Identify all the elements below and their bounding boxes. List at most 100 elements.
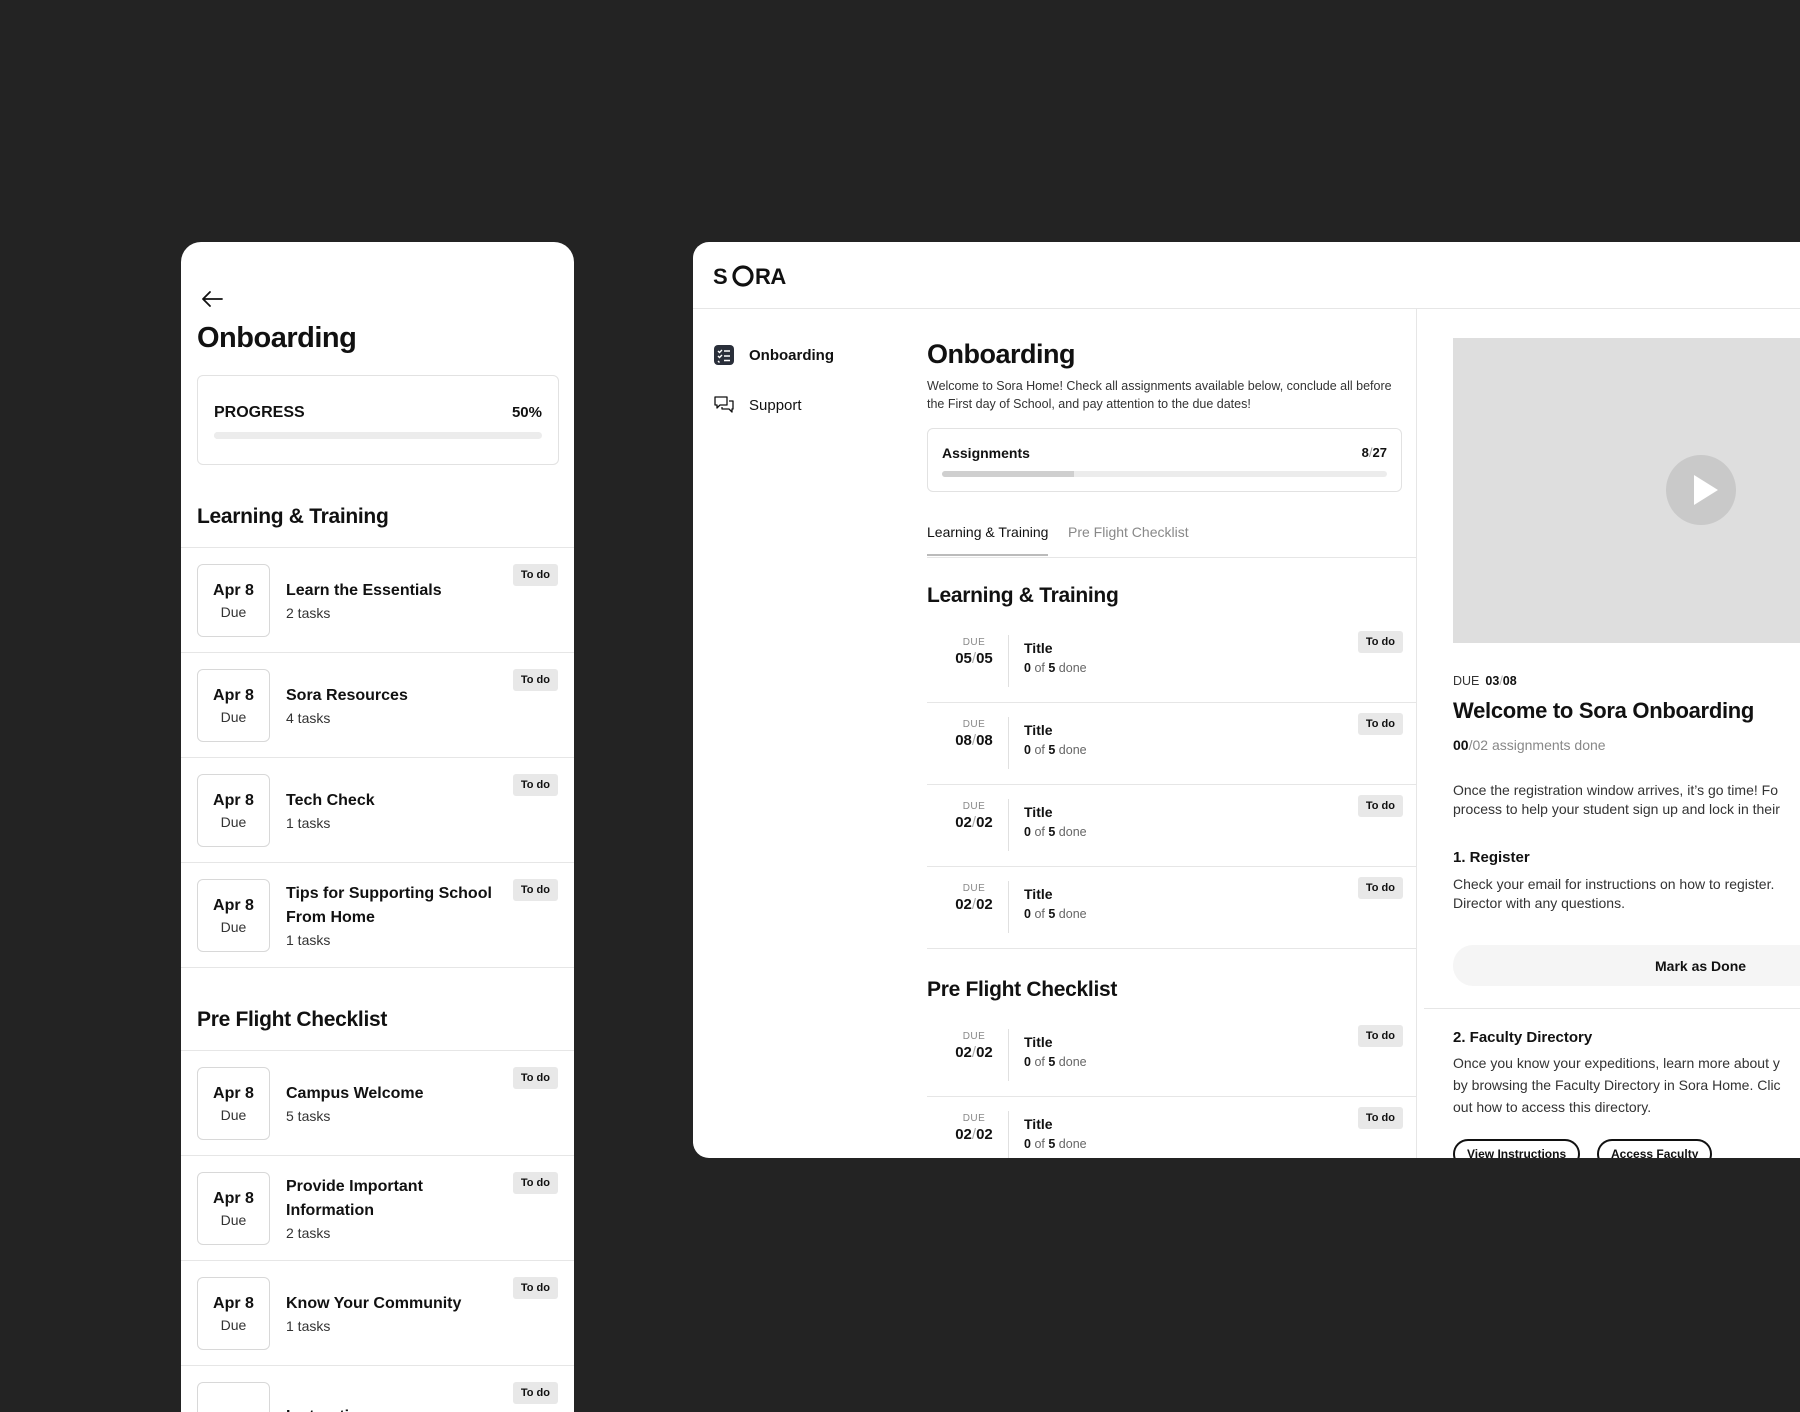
due-value: 02/02 (951, 1126, 997, 1143)
due-month: 08 (955, 732, 972, 749)
progress-card: PROGRESS 50% (197, 375, 559, 465)
of-word: of (1034, 743, 1045, 757)
play-icon[interactable] (1666, 455, 1736, 525)
mark-as-done-button[interactable]: Mark as Done (1453, 945, 1800, 986)
total-count: 5 (1048, 1055, 1056, 1069)
count-done: 00 (1453, 737, 1469, 753)
item-info: Sora Resources 4 tasks (286, 653, 504, 757)
view-instructions-button[interactable]: View Instructions (1453, 1139, 1581, 1158)
section-title-preflight: Pre Flight Checklist (197, 1008, 388, 1031)
due-month: 05 (955, 650, 972, 667)
item-title: Sora Resources (286, 687, 408, 704)
learning-list: Apr 8 Due Learn the Essentials 2 tasks To do… (181, 548, 574, 968)
list-item[interactable]: Apr 8 Due Tips for Supporting School From … (181, 863, 574, 968)
status-badge: To do (512, 1382, 558, 1404)
due-day: 02 (976, 1044, 993, 1061)
assignment-title: Title (1024, 722, 1053, 738)
due-value: 08/08 (951, 732, 997, 749)
status-badge: To do (1357, 795, 1403, 817)
assignment-progress: 0 of 5 done (1024, 1137, 1087, 1151)
list-item[interactable]: Apr 8 Due Tech Check 1 tasks To do (181, 758, 574, 863)
video-player[interactable] (1453, 338, 1800, 643)
progress-bar-fill (214, 432, 378, 439)
assignment-title: Title (1024, 640, 1053, 656)
assignment-row[interactable]: DUE 02/02 Title 0 of 5 done To do (927, 1097, 1416, 1158)
list-item[interactable]: Apr 8 Due Sora Resources 4 tasks To do (181, 653, 574, 758)
tab-learning-training[interactable]: Learning & Training (927, 524, 1049, 556)
status-badge: To do (512, 1172, 558, 1194)
due-date: Apr 8 (213, 1085, 254, 1102)
sidebar-item-support[interactable]: Support (713, 394, 802, 416)
status-badge: To do (512, 1277, 558, 1299)
item-info: Tips for Supporting School From Home 1 ta… (286, 863, 504, 967)
due-month: 03 (1485, 674, 1500, 688)
done-word: done (1058, 825, 1087, 839)
due-label: DUE (962, 883, 986, 894)
assignment-progress: 0 of 5 done (1024, 1055, 1087, 1069)
sora-logo[interactable]: S RA (713, 263, 799, 289)
due-label: Due (220, 919, 247, 935)
due-date: DUE 08/08 (951, 719, 997, 749)
due-date: Apr 8 (213, 792, 254, 809)
assignment-row[interactable]: DUE 02/02 Title 0 of 5 done To do (927, 1015, 1416, 1097)
due-day: 08 (976, 732, 993, 749)
list-item[interactable]: Apr 8 Due Know Your Community 1 tasks To do (181, 1261, 574, 1366)
divider (1008, 635, 1009, 687)
detail-title: Welcome to Sora Onboarding (1453, 698, 1755, 723)
due-date: DUE 02/02 (951, 1031, 997, 1061)
of-word: of (1034, 825, 1045, 839)
preflight-list: DUE 02/02 Title 0 of 5 done To do DUE 02/02 Tit… (927, 1015, 1416, 1158)
done-word: done (1058, 743, 1087, 757)
due-date-box (197, 1382, 270, 1412)
svg-text:S: S (713, 264, 727, 289)
list-item[interactable]: Instructions on To do (181, 1366, 574, 1412)
intro-line: process to help your student sign up and… (1453, 801, 1780, 817)
due-month: 02 (955, 1044, 972, 1061)
item-title: Campus Welcome (286, 1085, 424, 1102)
due-date-box: Apr 8 Due (197, 1067, 270, 1140)
total-count: 5 (1048, 825, 1056, 839)
assignment-row[interactable]: DUE 02/02 Title 0 of 5 done To do (927, 785, 1416, 867)
assignment-detail-panel: DUE 03/08 Welcome to Sora Onboarding 00/0… (1424, 309, 1800, 1158)
assignment-row[interactable]: DUE 05/05 Title 0 of 5 done To do (927, 621, 1416, 703)
done-count: 0 (1024, 743, 1031, 757)
due-date-box: Apr 8 Due (197, 1172, 270, 1245)
due-label: DUE (962, 719, 986, 730)
item-task-count: 2 tasks (286, 605, 331, 621)
due-date-box: Apr 8 Due (197, 564, 270, 637)
sidebar-item-onboarding[interactable]: Onboarding (713, 344, 834, 366)
assignments-label: Assignments (942, 445, 1030, 461)
assignment-title: Title (1024, 1034, 1053, 1050)
due-label: Due (220, 814, 247, 830)
done-count: 0 (1024, 825, 1031, 839)
assignment-progress: 0 of 5 done (1024, 907, 1087, 921)
due-date: DUE 03/08 (1453, 674, 1517, 688)
step-2-text: by browsing the Faculty Directory in Sor… (1453, 1077, 1781, 1093)
status-badge: To do (1357, 1107, 1403, 1129)
item-title: Provide Important Information (286, 1178, 423, 1219)
access-faculty-button[interactable]: Access Faculty (1597, 1139, 1713, 1158)
page-title: Onboarding (927, 339, 1075, 369)
item-info: Learn the Essentials 2 tasks (286, 548, 504, 652)
list-item[interactable]: Apr 8 Due Campus Welcome 5 tasks To do (181, 1051, 574, 1156)
list-item[interactable]: Apr 8 Due Provide Important Information 2 t… (181, 1156, 574, 1261)
tab-pre-flight-checklist[interactable]: Pre Flight Checklist (1068, 524, 1189, 554)
divider (1008, 881, 1009, 933)
back-arrow-icon[interactable] (197, 284, 227, 314)
assignment-progress: 0 of 5 done (1024, 825, 1087, 839)
item-task-count: 5 tasks (286, 1108, 331, 1124)
assignment-progress: 0 of 5 done (1024, 743, 1087, 757)
assignment-progress: 0 of 5 done (1024, 661, 1087, 675)
assignment-info: Title 0 of 5 done (1024, 1034, 1087, 1069)
section-title-learning: Learning & Training (197, 505, 389, 528)
done-word: done (1058, 661, 1087, 675)
due-date-box: Apr 8 Due (197, 1277, 270, 1350)
list-item[interactable]: Apr 8 Due Learn the Essentials 2 tasks To do (181, 548, 574, 653)
due-label: DUE (962, 637, 986, 648)
assignments-progress-fill (942, 471, 1074, 477)
assignment-row[interactable]: DUE 08/08 Title 0 of 5 done To do (927, 703, 1416, 785)
due-date: DUE 02/02 (951, 1113, 997, 1143)
assignment-row[interactable]: DUE 02/02 Title 0 of 5 done To do (927, 867, 1416, 949)
due-label: DUE (962, 1031, 986, 1042)
of-word: of (1034, 907, 1045, 921)
